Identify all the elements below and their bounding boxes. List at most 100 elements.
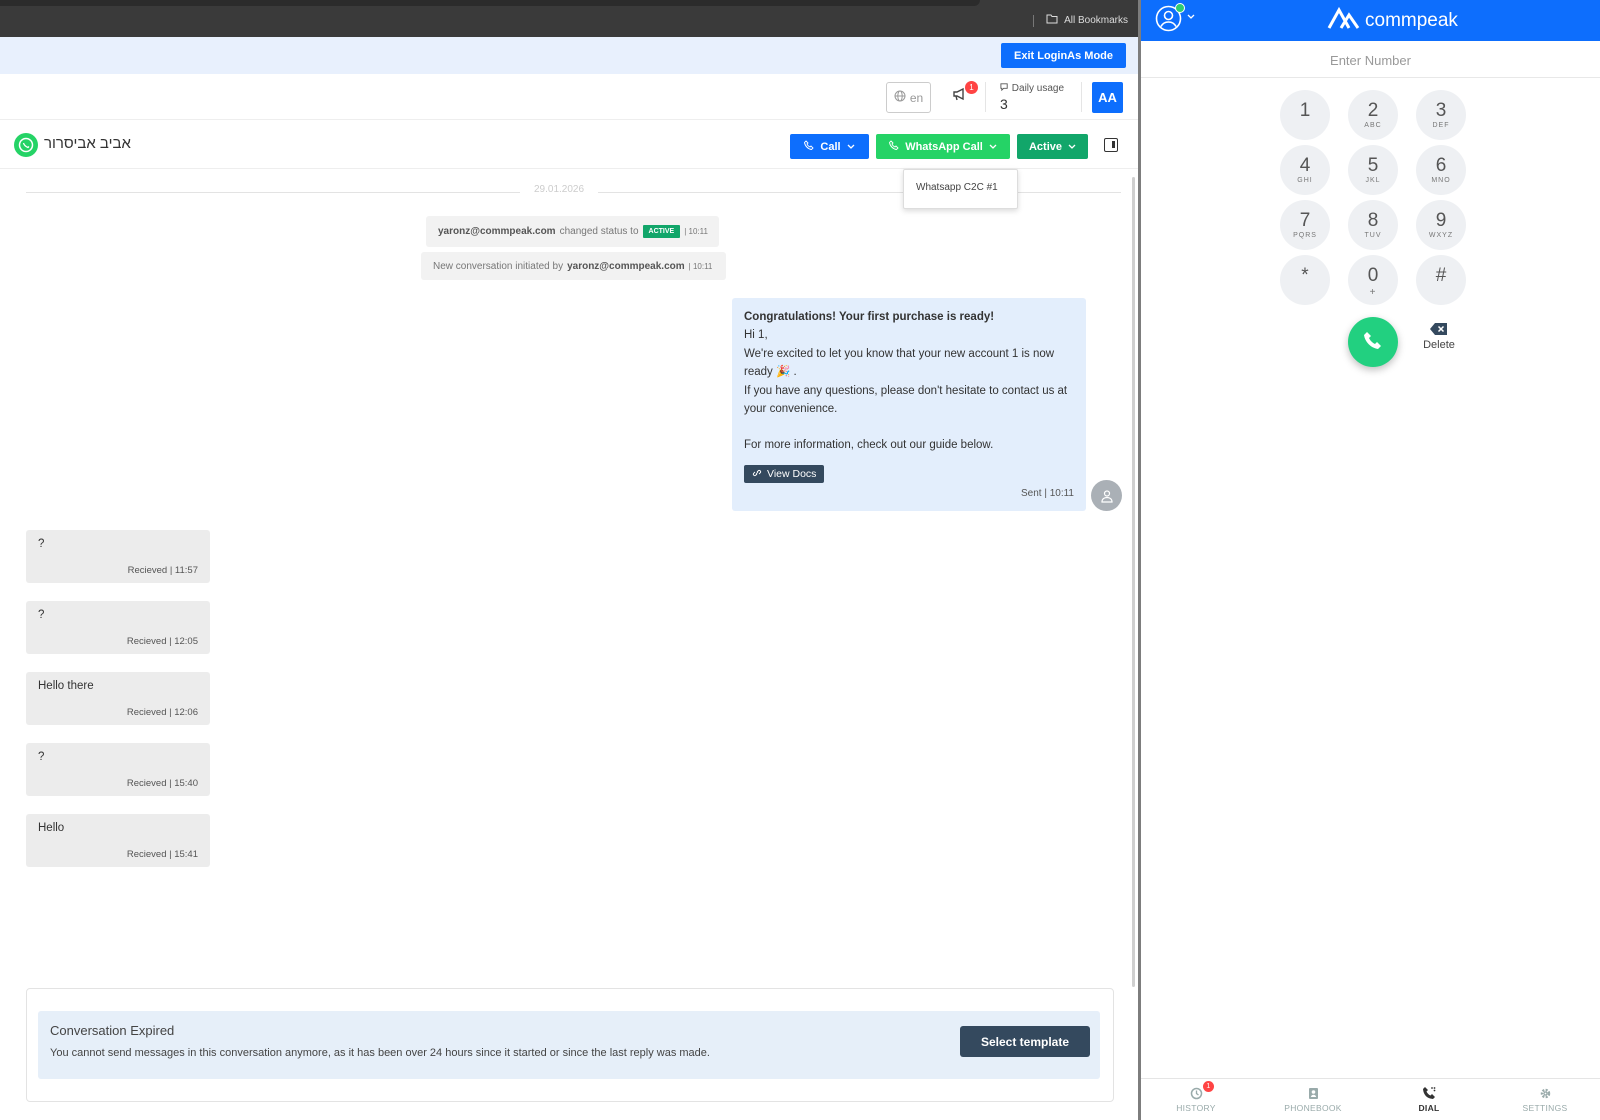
key-letters: +: [1369, 286, 1377, 298]
select-template-button[interactable]: Select template: [960, 1026, 1090, 1057]
chevron-down-icon: [847, 141, 855, 153]
key-digit: 6: [1435, 154, 1447, 176]
system-text: changed status to: [559, 226, 639, 237]
language-selector[interactable]: en: [886, 82, 931, 113]
globe-icon: [894, 90, 906, 105]
key-digit: 1: [1299, 99, 1311, 121]
status-dropdown[interactable]: Active: [1017, 134, 1088, 159]
call-button[interactable]: Call: [790, 134, 869, 159]
gear-icon: [1500, 1085, 1590, 1101]
message-text: Hello: [38, 822, 65, 834]
brand-name: commpeak: [1365, 10, 1458, 31]
key-digit: *: [1301, 264, 1309, 286]
user-avatar[interactable]: AA: [1092, 82, 1123, 113]
chat-scrollbar[interactable]: [1132, 177, 1135, 987]
divider: [1081, 82, 1082, 112]
divider: [985, 82, 986, 112]
dial-key-2[interactable]: 2 ABC: [1348, 90, 1398, 140]
all-bookmarks[interactable]: All Bookmarks: [1033, 14, 1128, 27]
nav-history[interactable]: 1 HISTORY: [1151, 1081, 1241, 1113]
dialer-header: commpeak: [1141, 0, 1600, 41]
history-icon: [1151, 1085, 1241, 1101]
key-letters: JKL: [1365, 176, 1381, 184]
message-meta: Recieved | 12:06: [126, 707, 198, 718]
dial-key-8[interactable]: 8 TUV: [1348, 200, 1398, 250]
side-panel-toggle-icon[interactable]: [1104, 138, 1118, 152]
nav-settings[interactable]: SETTINGS: [1500, 1085, 1590, 1113]
view-docs-button[interactable]: View Docs: [744, 464, 825, 483]
browser-bar: All Bookmarks: [0, 0, 1138, 37]
dial-key-4[interactable]: 4 GHI: [1280, 145, 1330, 195]
chat-icon: [1000, 83, 1012, 94]
expired-title: Conversation Expired: [50, 1023, 175, 1038]
whatsapp-call-label: WhatsApp Call: [905, 140, 983, 153]
online-status-dot: [1175, 3, 1185, 13]
dial-key-star[interactable]: *: [1280, 255, 1330, 305]
dial-key-6[interactable]: 6 MNO: [1416, 145, 1466, 195]
top-bar: en 1 Daily usage 3 AA: [0, 74, 1138, 120]
system-message-status: yaronz@commpeak.com changed status to AC…: [426, 216, 719, 247]
dial-key-1[interactable]: 1: [1280, 90, 1330, 140]
call-label: Call: [820, 140, 841, 153]
key-letters: ABC: [1364, 121, 1382, 129]
phone-icon: [804, 140, 815, 153]
status-label: Active: [1028, 140, 1063, 153]
nav-dial-label: DIAL: [1418, 1103, 1440, 1113]
notification-badge: 1: [965, 81, 978, 94]
whatsapp-call-button[interactable]: WhatsApp Call: [876, 134, 1010, 159]
dial-call-button[interactable]: [1348, 317, 1398, 367]
dial-key-5[interactable]: 5 JKL: [1348, 145, 1398, 195]
conversation-header: אביב אביסרור Call WhatsApp Call Active: [0, 121, 1138, 169]
system-message-initiated: New conversation initiated by yaronz@com…: [421, 252, 726, 280]
key-letters: TUV: [1364, 231, 1382, 239]
whatsapp-icon: [14, 133, 38, 157]
incoming-message: ? Recieved | 15:40: [26, 743, 210, 796]
chevron-down-icon: [989, 141, 997, 153]
announcements-button[interactable]: 1: [952, 81, 978, 106]
delete-button[interactable]: Delete: [1419, 322, 1459, 351]
commpeak-logo: commpeak: [1327, 6, 1458, 36]
contact-name: אביב אביסרור: [44, 135, 131, 152]
commpeak-logo-icon: [1327, 6, 1361, 36]
exit-loginas-button[interactable]: Exit LoginAs Mode: [1001, 43, 1126, 68]
phone-icon: [1363, 330, 1383, 355]
system-time: | 10:11: [688, 261, 713, 271]
dial-icon: [1384, 1085, 1474, 1101]
bookmarks-divider: [1033, 14, 1035, 27]
daily-usage-label: Daily usage: [1000, 82, 1080, 94]
nav-dial[interactable]: DIAL: [1384, 1085, 1474, 1113]
daily-usage-text: Daily usage: [1011, 83, 1065, 94]
nav-phonebook-label: PHONEBOOK: [1284, 1103, 1342, 1113]
dial-key-hash[interactable]: #: [1416, 255, 1466, 305]
dial-key-7[interactable]: 7 PQRS: [1280, 200, 1330, 250]
incoming-message: ? Recieved | 11:57: [26, 530, 210, 583]
softphone-dialer: commpeak Enter Number 1 2 ABC 3 DEF 4 GHI 5…: [1141, 0, 1600, 1120]
view-docs-label: View Docs: [767, 467, 817, 480]
key-digit: 4: [1299, 154, 1311, 176]
status-badge: ACTIVE: [642, 225, 681, 238]
message-line: For more information, check out our guid…: [744, 439, 994, 452]
user-status-icon[interactable]: [1155, 3, 1185, 32]
language-code: en: [909, 90, 924, 105]
nav-phonebook[interactable]: PHONEBOOK: [1268, 1085, 1358, 1113]
key-letters: GHI: [1297, 176, 1313, 184]
dial-key-3[interactable]: 3 DEF: [1416, 90, 1466, 140]
daily-usage-value: 3: [1000, 96, 1008, 112]
menu-item-whatsapp-c2c[interactable]: Whatsapp C2C #1: [916, 182, 1005, 193]
number-input[interactable]: Enter Number: [1141, 42, 1600, 78]
admin-bar: Exit LoginAs Mode: [0, 37, 1138, 74]
outgoing-message: Congratulations! Your first purchase is …: [732, 298, 1086, 511]
message-line: We're excited to let you know that your …: [744, 347, 1055, 379]
key-digit: 2: [1367, 99, 1379, 121]
key-letters: PQRS: [1293, 231, 1317, 239]
dial-key-0[interactable]: 0 +: [1348, 255, 1398, 305]
conversation-expired-banner: Conversation Expired You cannot send mes…: [38, 1011, 1100, 1079]
message-line: Hi 1,: [744, 329, 768, 342]
link-icon: [752, 468, 762, 480]
agent-avatar-icon: [1091, 480, 1122, 511]
dial-key-9[interactable]: 9 WXYZ: [1416, 200, 1466, 250]
chevron-down-icon[interactable]: [1187, 12, 1195, 23]
key-digit: 0: [1367, 264, 1379, 286]
key-digit: 3: [1435, 99, 1447, 121]
expired-text: You cannot send messages in this convers…: [50, 1047, 710, 1059]
